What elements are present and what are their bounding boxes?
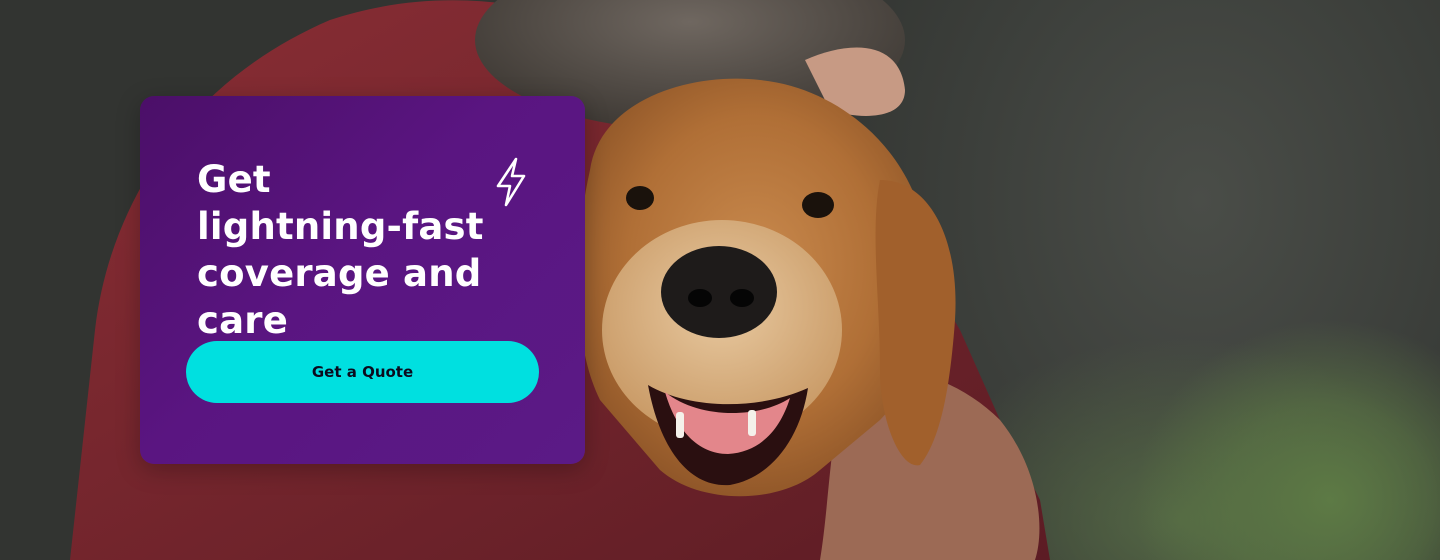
hero-banner: Get lightning-fast coverage and care Get… (0, 0, 1440, 560)
hero-headline: Get lightning-fast coverage and care (197, 158, 484, 342)
promo-card: Get lightning-fast coverage and care Get… (140, 96, 585, 464)
lightning-bolt-icon (496, 157, 526, 207)
get-a-quote-button[interactable]: Get a Quote (186, 341, 539, 403)
